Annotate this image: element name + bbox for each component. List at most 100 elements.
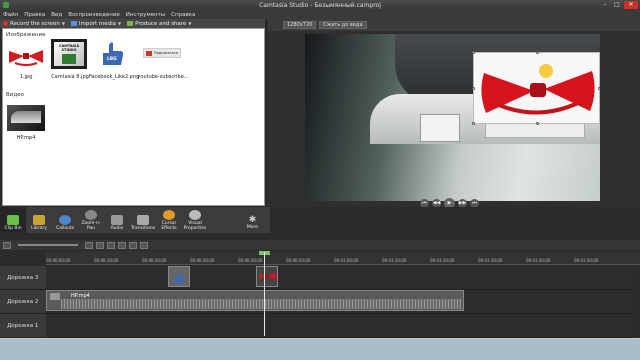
task-tabs: Clip Bin Library Callouts Zoom-n-Pan Aud… bbox=[0, 207, 270, 233]
tab-label: Audio bbox=[110, 226, 124, 231]
media-item-camtasia[interactable]: CAMTASIA STUDIO bbox=[51, 39, 87, 69]
track-header-3[interactable]: Дорожка 3 bbox=[0, 266, 46, 290]
media-item-label: Facebook_Like2.png bbox=[89, 74, 140, 80]
video-canvas[interactable] bbox=[305, 34, 600, 201]
ruler-tick: 00:00:50;00 bbox=[286, 258, 311, 263]
ruler-tick: 00:00:30;00 bbox=[190, 258, 215, 263]
ruler-tick: 00:00:00;00 bbox=[46, 258, 71, 263]
tab-label: Cursor Effects bbox=[161, 221, 177, 231]
import-media-button[interactable]: Import media ▼ bbox=[70, 20, 121, 27]
menu-file[interactable]: Файл bbox=[3, 12, 18, 18]
resize-handle[interactable] bbox=[472, 51, 475, 54]
bow-tie-icon bbox=[9, 50, 43, 66]
tab-library[interactable]: Library bbox=[26, 207, 52, 233]
menu-help[interactable]: Справка bbox=[171, 12, 195, 18]
ruler-tick: 00:01:50;00 bbox=[574, 258, 599, 263]
tab-transitions[interactable]: Transitions bbox=[130, 207, 156, 233]
timeline-clip-bow-tie[interactable] bbox=[256, 266, 278, 287]
tab-cursor-effects[interactable]: Cursor Effects bbox=[156, 207, 182, 233]
video-thumbnail-icon bbox=[11, 111, 41, 123]
clip-bin-panel: Изображение 1.jpg CAMTASIA STUDIO Camtas… bbox=[2, 28, 265, 206]
subscribe-text: Подписаться bbox=[154, 51, 178, 55]
laptop-port bbox=[420, 114, 460, 142]
settings-icon[interactable] bbox=[3, 241, 11, 249]
media-item-bow-tie[interactable] bbox=[7, 41, 45, 71]
media-item-video[interactable] bbox=[7, 105, 45, 131]
close-button[interactable]: ✕ bbox=[624, 1, 638, 9]
preview-toolbar: 1280x720 Сжать до вида bbox=[268, 19, 640, 31]
bow-tie-icon bbox=[481, 71, 595, 115]
resize-handle[interactable] bbox=[598, 87, 600, 90]
track-header-2[interactable]: Дорожка 2 bbox=[0, 290, 46, 314]
timeline-clip-video[interactable]: HP.mp4 bbox=[46, 290, 464, 311]
canvas-size-dropdown[interactable]: 1280x720 bbox=[283, 21, 317, 29]
media-item-label: HP.mp4 bbox=[16, 135, 36, 141]
bow-tie-overlay-image[interactable] bbox=[472, 51, 600, 125]
camtasia-app-icon bbox=[3, 2, 9, 8]
timeline-toolbar bbox=[0, 240, 640, 250]
maximize-button[interactable]: □ bbox=[612, 1, 622, 9]
menu-play[interactable]: Воспроизведение bbox=[68, 12, 119, 18]
main-toolbar: Record the screen ▼ Import media ▼ Produ… bbox=[0, 19, 265, 28]
record-screen-button[interactable]: Record the screen ▼ bbox=[3, 21, 65, 27]
tab-visual-properties[interactable]: Visual Properties bbox=[182, 207, 208, 233]
more-button[interactable]: ✱ More bbox=[240, 207, 265, 233]
zoom-slider[interactable] bbox=[18, 244, 78, 246]
more-icon: ✱ bbox=[248, 215, 257, 225]
zoom-icon bbox=[85, 210, 97, 220]
tab-label: Visual Properties bbox=[183, 221, 207, 231]
media-item-label: youtube-subscribe... bbox=[137, 74, 189, 80]
facebook-like-icon bbox=[174, 271, 185, 283]
playhead-line[interactable] bbox=[264, 252, 265, 336]
callouts-icon bbox=[59, 215, 71, 225]
ruler-tick: 00:00:20;00 bbox=[142, 258, 167, 263]
camtasia-box-text: CAMTASIA STUDIO bbox=[58, 44, 80, 52]
redo-icon[interactable] bbox=[96, 241, 104, 249]
resize-handle[interactable] bbox=[536, 51, 539, 54]
menu-tools[interactable]: Инструменты bbox=[126, 12, 165, 18]
produce-label: Produce and share bbox=[135, 20, 187, 27]
tab-audio[interactable]: Audio bbox=[104, 207, 130, 233]
clip-bin-icon bbox=[7, 215, 19, 225]
timeline-clip-facebook-like[interactable] bbox=[168, 266, 190, 287]
record-label: Record the screen bbox=[10, 20, 60, 27]
resize-handle[interactable] bbox=[472, 122, 475, 125]
menu-edit[interactable]: Правка bbox=[24, 12, 45, 18]
like-text: LIKE bbox=[107, 56, 117, 61]
track-header-1[interactable]: Дорожка 1 bbox=[0, 314, 46, 338]
chevron-down-icon: ▼ bbox=[188, 21, 192, 26]
menu-bar: Файл Правка Вид Воспроизведение Инструме… bbox=[0, 10, 640, 19]
undo-icon[interactable] bbox=[85, 241, 93, 249]
paste-icon[interactable] bbox=[129, 241, 137, 249]
ruler-tick: 00:00:40;00 bbox=[238, 258, 263, 263]
menu-view[interactable]: Вид bbox=[51, 12, 62, 18]
window-controls: – □ ✕ bbox=[600, 1, 638, 9]
ruler-tick: 00:01:40;00 bbox=[526, 258, 551, 263]
media-item-facebook-like[interactable]: LIKE bbox=[97, 39, 127, 69]
import-label: Import media bbox=[78, 20, 117, 27]
video-thumbnail-icon bbox=[50, 293, 60, 300]
ruler-tick: 00:00:10;00 bbox=[94, 258, 119, 263]
resize-handle[interactable] bbox=[536, 122, 539, 125]
split-icon[interactable] bbox=[140, 241, 148, 249]
track-lane-1[interactable] bbox=[46, 314, 634, 338]
minimize-button[interactable]: – bbox=[600, 1, 610, 9]
cursor-highlight bbox=[539, 64, 553, 78]
media-item-label: Camtasia 8.jpg bbox=[51, 74, 89, 80]
tab-callouts[interactable]: Callouts bbox=[52, 207, 78, 233]
produce-share-button[interactable]: Produce and share ▼ bbox=[127, 21, 191, 27]
transitions-icon bbox=[137, 215, 149, 225]
copy-icon[interactable] bbox=[118, 241, 126, 249]
tab-zoom-n-pan[interactable]: Zoom-n-Pan bbox=[78, 207, 104, 233]
timeline-ruler[interactable]: 00:00:00;00 00:00:10;00 00:00:20;00 00:0… bbox=[46, 251, 640, 265]
more-label: More bbox=[246, 225, 259, 230]
track-lane-3[interactable] bbox=[46, 266, 634, 290]
resize-handle[interactable] bbox=[472, 87, 475, 90]
cut-icon[interactable] bbox=[107, 241, 115, 249]
chevron-down-icon: ▼ bbox=[61, 21, 65, 26]
ruler-tick: 00:01:00;00 bbox=[334, 258, 359, 263]
tab-clip-bin[interactable]: Clip Bin bbox=[0, 207, 26, 233]
fit-dropdown[interactable]: Сжать до вида bbox=[319, 21, 367, 29]
media-item-youtube[interactable]: Подписаться bbox=[141, 44, 183, 64]
title-bar: Camtasia Studio - Безымянный.camproj – □… bbox=[0, 0, 640, 10]
